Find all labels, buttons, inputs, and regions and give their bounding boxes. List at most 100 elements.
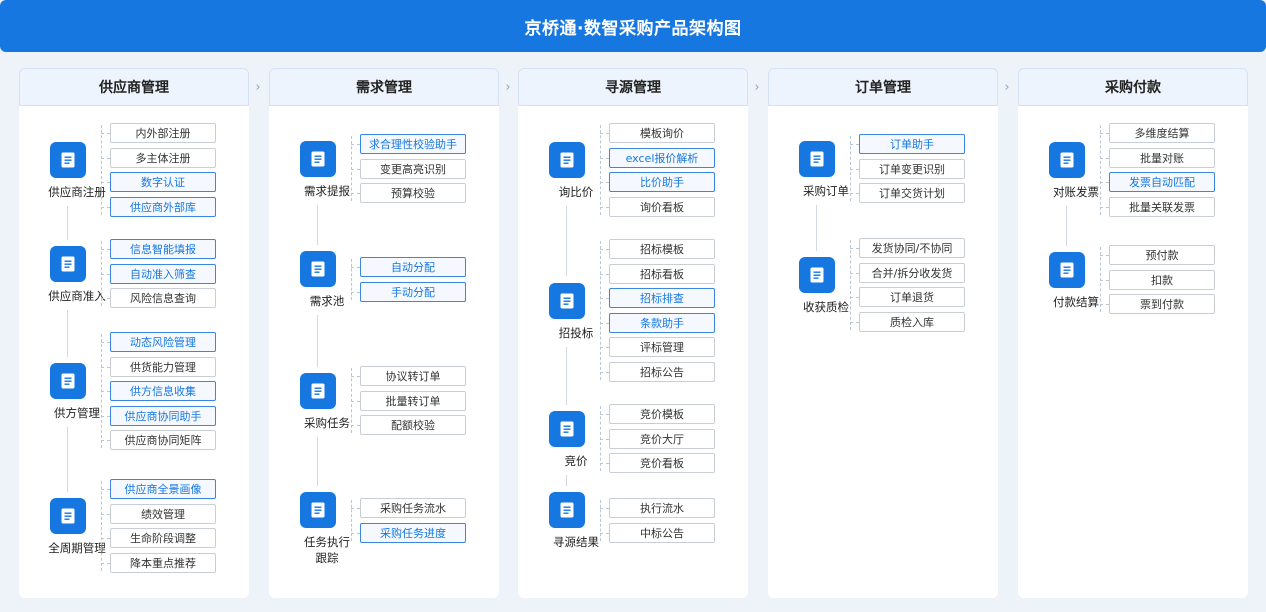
column-1: 供应商管理 供应商注册 内外部注册 多主体注册 数字认证 供应商外部库 供应商准入 信息智能填… (19, 68, 249, 598)
document-icon (549, 282, 585, 319)
connector-tick (101, 157, 110, 159)
connector-tick (101, 298, 110, 300)
group-connector (566, 205, 567, 277)
group-connector (67, 309, 68, 358)
connector-tick (101, 538, 110, 540)
feature-item[interactable]: 变更高亮识别 (360, 158, 466, 179)
connector-tick (351, 532, 360, 534)
connector-tick (850, 321, 859, 323)
feature-item[interactable]: 竞价看板 (609, 453, 715, 474)
feature-item[interactable]: 订单交货计划 (859, 183, 965, 204)
feature-item[interactable]: 预付款 (1109, 245, 1215, 265)
feature-item[interactable]: 扣款 (1109, 269, 1215, 290)
connector-tick (600, 273, 609, 275)
feature-item[interactable]: 订单退货 (859, 287, 965, 308)
feature-item[interactable]: 模板询价 (609, 123, 715, 143)
connector-tick (600, 157, 609, 159)
feature-item[interactable]: 中标公告 (609, 522, 715, 543)
feature-item[interactable]: 多维度结算 (1109, 123, 1215, 143)
feature-item[interactable]: 发票自动匹配 (1109, 172, 1215, 193)
feature-item[interactable]: 多主体注册 (110, 147, 216, 168)
connector-tick (101, 562, 110, 564)
group-connector (67, 205, 68, 240)
document-icon (50, 363, 86, 400)
chevron-right-icon: › (505, 80, 511, 95)
feature-item[interactable]: 数字认证 (110, 172, 216, 193)
connector-tick (850, 144, 859, 145)
feature-item[interactable]: 询价看板 (609, 196, 715, 217)
feature-item[interactable]: 绩效管理 (110, 503, 216, 524)
feature-item[interactable]: 合并/拆分收发货 (859, 262, 965, 283)
feature-item[interactable]: 条款助手 (609, 312, 715, 333)
feature-item[interactable]: excel报价解析 (609, 147, 715, 168)
connector-tick (600, 347, 609, 349)
feature-item[interactable]: 供方信息收集 (110, 381, 216, 402)
group-connector (566, 474, 567, 487)
connector-tick (600, 372, 609, 373)
feature-item[interactable]: 招标模板 (609, 239, 715, 259)
group-connector (816, 204, 817, 251)
feature-item[interactable]: 执行流水 (609, 498, 715, 518)
feature-item[interactable]: 竞价模板 (609, 404, 715, 424)
connector-tick (1100, 206, 1109, 208)
column-title: 供应商管理 (99, 80, 169, 96)
feature-item[interactable]: 批量关联发票 (1109, 196, 1215, 217)
group-connector (317, 204, 318, 246)
connector-tick (101, 440, 110, 442)
feature-item[interactable]: 降本重点推荐 (110, 552, 216, 573)
page-title: 京桥通·数智采购产品架构图 (524, 18, 742, 39)
feature-item[interactable]: 动态风险管理 (110, 332, 216, 352)
feature-item[interactable]: 自动分配 (360, 257, 466, 277)
feature-item[interactable]: 订单助手 (859, 134, 965, 154)
feature-item[interactable]: 招标看板 (609, 263, 715, 284)
feature-item[interactable]: 采购任务流水 (360, 498, 466, 518)
column-header: 订单管理 (768, 68, 998, 106)
feature-item[interactable]: 批量转订单 (360, 390, 466, 411)
feature-item[interactable]: 订单变更识别 (859, 158, 965, 179)
group-connector (317, 315, 318, 367)
chevron-right-icon: › (255, 80, 261, 95)
feature-item[interactable]: 配额校验 (360, 415, 466, 436)
feature-item[interactable]: 采购任务进度 (360, 522, 466, 543)
connector-tick (850, 272, 859, 274)
feature-item[interactable]: 预算校验 (360, 183, 466, 204)
feature-item[interactable]: 批量对账 (1109, 147, 1215, 168)
feature-item[interactable]: 供应商全景画像 (110, 479, 216, 499)
column-header: 供应商管理 (19, 68, 249, 106)
feature-item[interactable]: 竞价大厅 (609, 428, 715, 449)
feature-item[interactable]: 手动分配 (360, 281, 466, 302)
document-icon (799, 140, 835, 177)
column-5: 采购付款 对账发票 多维度结算 批量对账 发票自动匹配 批量关联发票 付款结算 预付款 扣款 票到… (1018, 68, 1248, 598)
feature-item[interactable]: 评标管理 (609, 337, 715, 358)
document-icon (549, 141, 585, 178)
connector-tick (351, 508, 360, 509)
feature-item[interactable]: 供货能力管理 (110, 356, 216, 377)
connector-tick (101, 513, 110, 515)
feature-item[interactable]: 比价助手 (609, 172, 715, 193)
feature-item[interactable]: 求合理性校验助手 (360, 134, 466, 154)
connector-tick (1100, 255, 1109, 256)
feature-item[interactable]: 供应商外部库 (110, 196, 216, 217)
feature-item[interactable]: 供应商协同矩阵 (110, 430, 216, 451)
feature-item[interactable]: 招标排查 (609, 288, 715, 309)
feature-item[interactable]: 发货协同/不协同 (859, 238, 965, 258)
feature-item[interactable]: 票到付款 (1109, 294, 1215, 315)
feature-item[interactable]: 信息智能填报 (110, 239, 216, 259)
feature-item[interactable]: 内外部注册 (110, 123, 216, 143)
feature-item[interactable]: 风险信息查询 (110, 288, 216, 309)
column-2: 需求管理 需求提报 求合理性校验助手 变更高亮识别 预算校验 需求池 自动分配 手动分配 采购任… (269, 68, 499, 598)
feature-item[interactable]: 生命阶段调整 (110, 528, 216, 549)
connector-tick (351, 168, 360, 170)
connector-tick (850, 297, 859, 299)
connector-tick (351, 267, 360, 268)
connector-tick (1100, 157, 1109, 159)
feature-item[interactable]: 招标公告 (609, 362, 715, 382)
feature-item[interactable]: 质检入库 (859, 311, 965, 332)
feature-item[interactable]: 协议转订单 (360, 366, 466, 386)
connector-tick (1100, 182, 1109, 184)
feature-item[interactable]: 供应商协同助手 (110, 405, 216, 426)
connector-tick (351, 376, 360, 377)
column-header: 寻源管理 (518, 68, 748, 106)
feature-item[interactable]: 自动准入筛查 (110, 263, 216, 284)
document-icon (549, 492, 585, 529)
